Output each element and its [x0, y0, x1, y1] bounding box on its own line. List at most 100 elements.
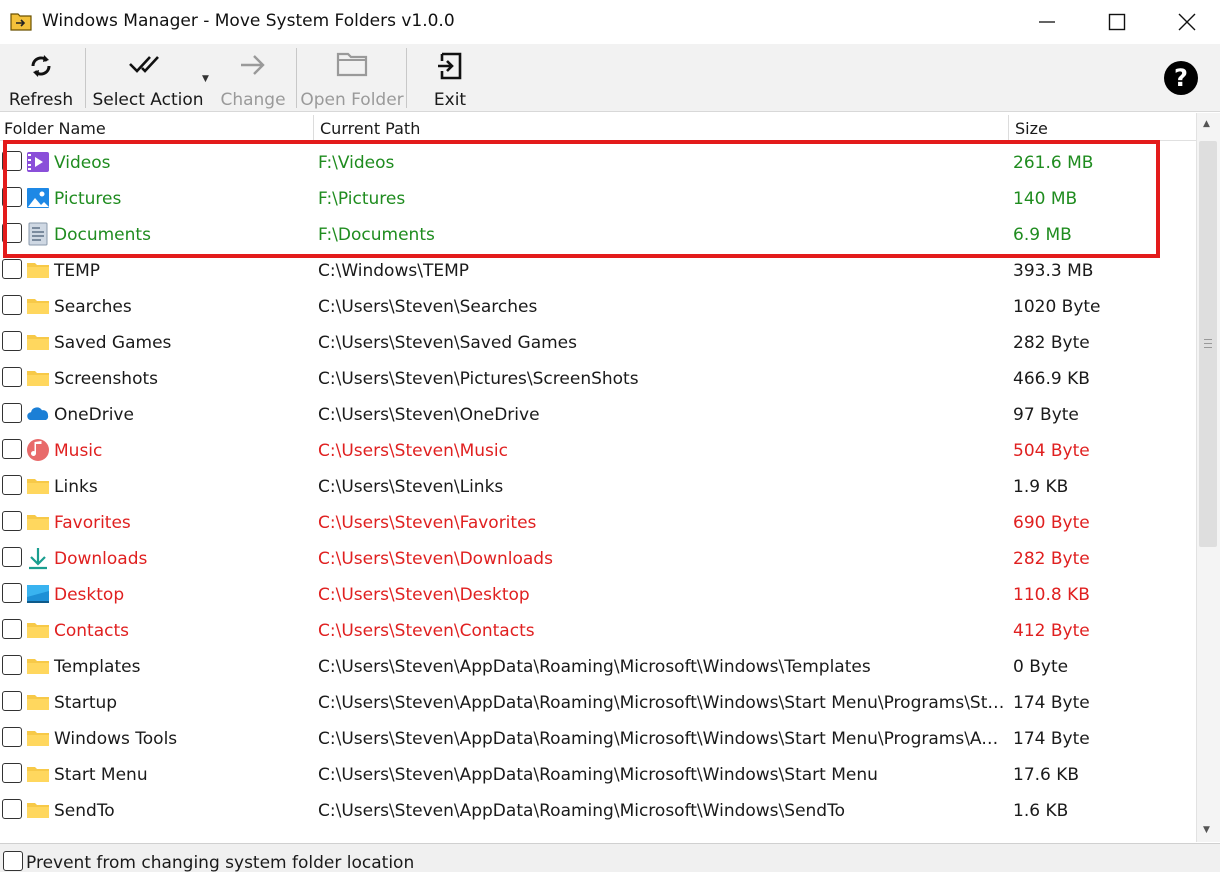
scroll-down-icon[interactable]: ▼: [1203, 825, 1210, 835]
folder-name-cell: Saved Games: [54, 333, 172, 353]
refresh-label: Refresh: [8, 90, 74, 110]
current-path-cell: C:\Users\Steven\AppData\Roaming\Microsof…: [318, 765, 878, 785]
table-row[interactable]: OneDrive C:\Users\Steven\OneDrive 97 Byte: [0, 397, 1196, 433]
row-checkbox[interactable]: [2, 187, 22, 207]
change-button[interactable]: Change: [214, 44, 292, 112]
row-checkbox[interactable]: [2, 691, 22, 711]
table-row[interactable]: SendTo C:\Users\Steven\AppData\Roaming\Mi…: [0, 793, 1196, 829]
table-row[interactable]: Links C:\Users\Steven\Links 1.9 KB: [0, 469, 1196, 505]
select-action-label: Select Action: [92, 90, 204, 110]
folder-name-cell: Documents: [54, 225, 151, 245]
table-row[interactable]: Music C:\Users\Steven\Music 504 Byte: [0, 433, 1196, 469]
size-cell: 6.9 MB: [1013, 225, 1072, 245]
table-row[interactable]: Contacts C:\Users\Steven\Contacts 412 Byte: [0, 613, 1196, 649]
table-row[interactable]: Downloads C:\Users\Steven\Downloads 282 By…: [0, 541, 1196, 577]
size-cell: 1.6 KB: [1013, 801, 1069, 821]
minimize-button[interactable]: [1012, 0, 1082, 44]
row-checkbox[interactable]: [2, 583, 22, 603]
table-row[interactable]: TEMP C:\Windows\TEMP 393.3 MB: [0, 253, 1196, 289]
change-label: Change: [220, 90, 286, 110]
table-row[interactable]: Windows Tools C:\Users\Steven\AppData\Roa…: [0, 721, 1196, 757]
folder-name-cell: Links: [54, 477, 98, 497]
folder-icon: [26, 618, 50, 642]
row-checkbox[interactable]: [2, 511, 22, 531]
vertical-scrollbar[interactable]: ▲ ▼: [1196, 113, 1220, 842]
column-header-size[interactable]: Size: [1015, 113, 1048, 141]
help-icon[interactable]: ?: [1163, 60, 1199, 96]
row-checkbox[interactable]: [2, 799, 22, 819]
select-action-button[interactable]: Select Action: [90, 44, 206, 112]
row-checkbox[interactable]: [2, 727, 22, 747]
folder-icon: [336, 52, 368, 77]
folder-icon: [26, 258, 50, 282]
row-checkbox[interactable]: [2, 223, 22, 243]
downloads-icon: [26, 546, 50, 570]
row-checkbox[interactable]: [2, 403, 22, 423]
column-divider[interactable]: [313, 115, 314, 141]
size-cell: 282 Byte: [1013, 549, 1090, 569]
prevent-label[interactable]: Prevent from changing system folder loca…: [26, 853, 414, 872]
scrollbar-thumb[interactable]: [1199, 141, 1217, 547]
folder-name-cell: Desktop: [54, 585, 125, 605]
refresh-button[interactable]: Refresh: [4, 44, 78, 112]
prevent-checkbox[interactable]: [3, 851, 23, 871]
table-row[interactable]: Screenshots C:\Users\Steven\Pictures\Scre…: [0, 361, 1196, 397]
row-checkbox[interactable]: [2, 331, 22, 351]
row-checkbox[interactable]: [2, 763, 22, 783]
row-checkbox[interactable]: [2, 475, 22, 495]
toolbar-separator: [85, 48, 86, 108]
size-cell: 1.9 KB: [1013, 477, 1069, 497]
folder-name-cell: Downloads: [54, 549, 148, 569]
table-row[interactable]: Videos F:\Videos 261.6 MB: [0, 145, 1196, 181]
table-row[interactable]: Start Menu C:\Users\Steven\AppData\Roamin…: [0, 757, 1196, 793]
column-header-folder-name[interactable]: Folder Name: [4, 113, 106, 141]
svg-text:?: ?: [1174, 64, 1188, 92]
table-row[interactable]: Searches C:\Users\Steven\Searches 1020 Byt…: [0, 289, 1196, 325]
row-checkbox[interactable]: [2, 295, 22, 315]
table-row[interactable]: Documents F:\Documents 6.9 MB: [0, 217, 1196, 253]
folder-name-cell: Windows Tools: [54, 729, 178, 749]
exit-button[interactable]: Exit: [414, 44, 486, 112]
table-row[interactable]: Startup C:\Users\Steven\AppData\Roaming\M…: [0, 685, 1196, 721]
folder-name-cell: Favorites: [54, 513, 131, 533]
row-checkbox[interactable]: [2, 151, 22, 171]
close-button[interactable]: [1152, 0, 1220, 44]
chevron-down-icon[interactable]: ▼: [202, 74, 209, 84]
maximize-button[interactable]: [1082, 0, 1152, 44]
folder-name-cell: Startup: [54, 693, 118, 713]
folder-icon: [26, 726, 50, 750]
table-row[interactable]: Desktop C:\Users\Steven\Desktop 110.8 KB: [0, 577, 1196, 613]
folder-arrow-icon: [10, 13, 32, 31]
current-path-cell: F:\Pictures: [318, 189, 406, 209]
table-row[interactable]: Saved Games C:\Users\Steven\Saved Games 28…: [0, 325, 1196, 361]
folder-icon: [26, 798, 50, 822]
open-folder-button[interactable]: Open Folder: [300, 44, 404, 112]
column-header-current-path[interactable]: Current Path: [320, 113, 420, 141]
table-row[interactable]: Templates C:\Users\Steven\AppData\Roaming…: [0, 649, 1196, 685]
size-cell: 174 Byte: [1013, 729, 1090, 749]
folder-icon: [26, 762, 50, 786]
folder-icon: [26, 366, 50, 390]
folder-icon: [26, 330, 50, 354]
folder-icon: [26, 474, 50, 498]
row-checkbox[interactable]: [2, 367, 22, 387]
row-checkbox[interactable]: [2, 655, 22, 675]
size-cell: 412 Byte: [1013, 621, 1090, 641]
row-checkbox[interactable]: [2, 439, 22, 459]
current-path-cell: F:\Videos: [318, 153, 395, 173]
arrow-right-icon: [241, 55, 265, 75]
row-checkbox[interactable]: [2, 259, 22, 279]
row-checkbox[interactable]: [2, 547, 22, 567]
column-divider[interactable]: [1008, 115, 1009, 141]
pictures-icon: [26, 186, 50, 210]
table-row[interactable]: Favorites C:\Users\Steven\Favorites 690 By…: [0, 505, 1196, 541]
table-row[interactable]: Pictures F:\Pictures 140 MB: [0, 181, 1196, 217]
row-checkbox[interactable]: [2, 619, 22, 639]
title-bar: Windows Manager - Move System Folders v1…: [0, 0, 1220, 44]
folder-icon: [26, 654, 50, 678]
folder-name-cell: Start Menu: [54, 765, 148, 785]
folder-name-cell: OneDrive: [54, 405, 134, 425]
scroll-up-icon[interactable]: ▲: [1203, 119, 1210, 129]
exit-label: Exit: [433, 90, 467, 110]
current-path-cell: C:\Users\Steven\Searches: [318, 297, 538, 317]
